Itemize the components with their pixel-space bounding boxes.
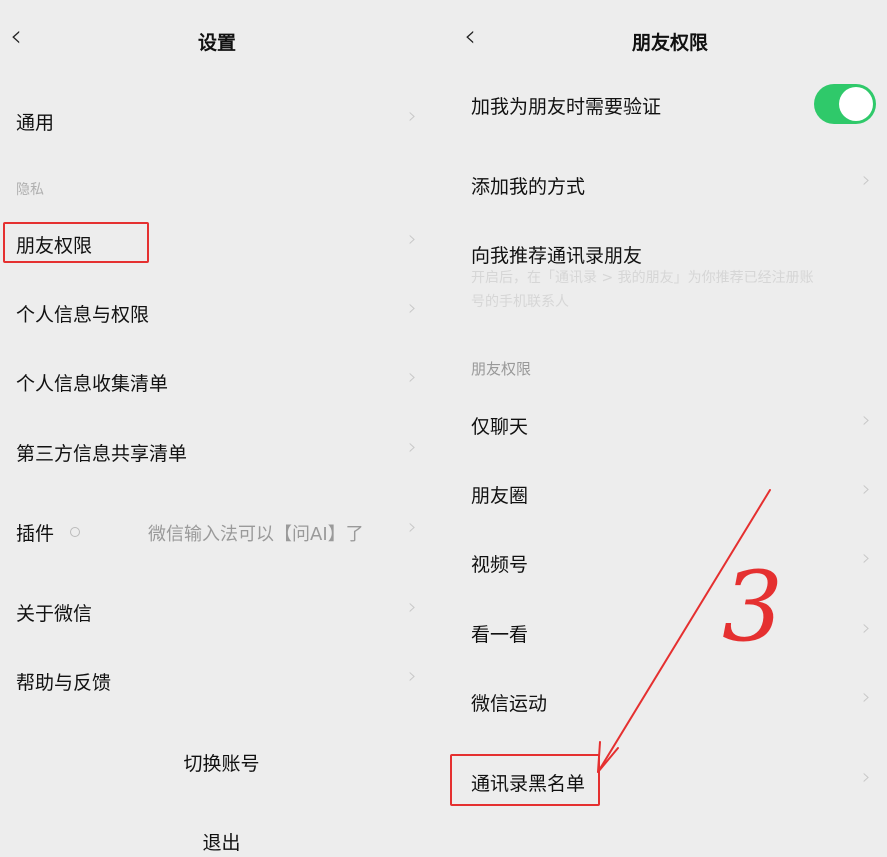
- settings-item-info-collection[interactable]: 个人信息收集清单 ›: [0, 357, 443, 407]
- permission-item-label: 朋友圈: [471, 485, 529, 507]
- page-title: 设置: [198, 32, 237, 54]
- chevron-right-icon: ›: [408, 515, 417, 540]
- verify-toggle-switch[interactable]: [814, 84, 876, 124]
- add-methods-row[interactable]: 添加我的方式 ›: [448, 160, 887, 210]
- permission-item-top-stories[interactable]: 看一看 ›: [448, 608, 887, 658]
- settings-item-label: 插件: [16, 523, 55, 545]
- info-dot-icon: [70, 527, 80, 537]
- toggle-knob: [839, 87, 873, 121]
- plugin-promo-text: 微信输入法可以【问AI】了: [148, 524, 364, 545]
- chevron-right-icon: ›: [862, 408, 871, 433]
- chevron-right-icon: ›: [408, 435, 417, 460]
- verify-friend-request-row: 加我为朋友时需要验证: [448, 80, 887, 130]
- settings-item-label: 通用: [16, 112, 55, 134]
- chevron-right-icon: ›: [862, 616, 871, 641]
- logout-button[interactable]: 退出: [0, 828, 443, 855]
- settings-item-plugins[interactable]: 插件 微信输入法可以【问AI】了 ›: [0, 507, 443, 557]
- recommend-description: 开启后，在「通讯录 > 我的朋友」为你推荐已经注册账号的手机联系人: [471, 270, 814, 310]
- chevron-right-icon: ›: [862, 168, 871, 193]
- settings-item-third-party-sharing[interactable]: 第三方信息共享清单 ›: [0, 427, 443, 477]
- chevron-right-icon: ›: [408, 595, 417, 620]
- permission-item-chat-only[interactable]: 仅聊天 ›: [448, 400, 887, 450]
- permission-item-channels[interactable]: 视频号 ›: [448, 538, 887, 588]
- permission-item-label: 仅聊天: [471, 416, 529, 438]
- chevron-right-icon: ›: [862, 546, 871, 571]
- settings-item-label: 帮助与反馈: [16, 672, 112, 694]
- permission-item-moments[interactable]: 朋友圈 ›: [448, 469, 887, 519]
- permission-item-label: 看一看: [471, 624, 529, 646]
- settings-item-label: 关于微信: [16, 603, 93, 625]
- settings-item-label: 个人信息与权限: [16, 304, 150, 326]
- section-label: 隐私: [16, 182, 44, 198]
- chevron-right-icon: ›: [408, 296, 417, 321]
- section-header-friend-permissions: 朋友权限: [471, 360, 532, 378]
- chevron-right-icon: ›: [408, 227, 417, 252]
- settings-item-personal-info[interactable]: 个人信息与权限 ›: [0, 288, 443, 338]
- switch-account-button[interactable]: 切换账号: [0, 749, 443, 776]
- recommend-label: 向我推荐通讯录朋友: [471, 245, 643, 267]
- settings-item-general[interactable]: 通用 ›: [0, 96, 443, 146]
- permission-item-label: 视频号: [471, 554, 529, 576]
- settings-item-help-feedback[interactable]: 帮助与反馈 ›: [0, 656, 443, 706]
- chevron-right-icon: ›: [408, 664, 417, 689]
- permission-item-werun[interactable]: 微信运动 ›: [448, 677, 887, 727]
- add-methods-label: 添加我的方式: [471, 176, 586, 198]
- permission-item-label: 微信运动: [471, 693, 548, 715]
- chevron-right-icon: ›: [862, 477, 871, 502]
- chevron-right-icon: ›: [408, 104, 417, 129]
- settings-item-about[interactable]: 关于微信 ›: [0, 587, 443, 637]
- friend-permissions-header: ‹ 朋友权限: [448, 0, 887, 80]
- chevron-right-icon: ›: [862, 685, 871, 710]
- friend-permissions-panel: ‹ 朋友权限 加我为朋友时需要验证 添加我的方式 › 向我推荐通讯录朋友 开启后…: [448, 0, 887, 857]
- settings-panel: ‹ 设置 通用 › 隐私 朋友权限 › 个人信息与权限 › 个人信息收集清单 ›…: [0, 0, 443, 857]
- section-header-privacy: 隐私: [0, 164, 443, 204]
- settings-item-label: 第三方信息共享清单: [16, 443, 188, 465]
- settings-header: ‹ 设置: [0, 0, 443, 80]
- settings-item-label: 个人信息收集清单: [16, 373, 169, 395]
- page-title: 朋友权限: [632, 32, 709, 54]
- back-chevron-icon[interactable]: ‹: [464, 22, 476, 52]
- chevron-right-icon: ›: [408, 365, 417, 390]
- highlight-box-contacts-blacklist: [450, 754, 600, 806]
- back-chevron-icon[interactable]: ‹: [10, 22, 22, 52]
- verify-label: 加我为朋友时需要验证: [471, 96, 662, 118]
- highlight-box-friend-permissions: [3, 222, 149, 263]
- chevron-right-icon: ›: [862, 765, 871, 790]
